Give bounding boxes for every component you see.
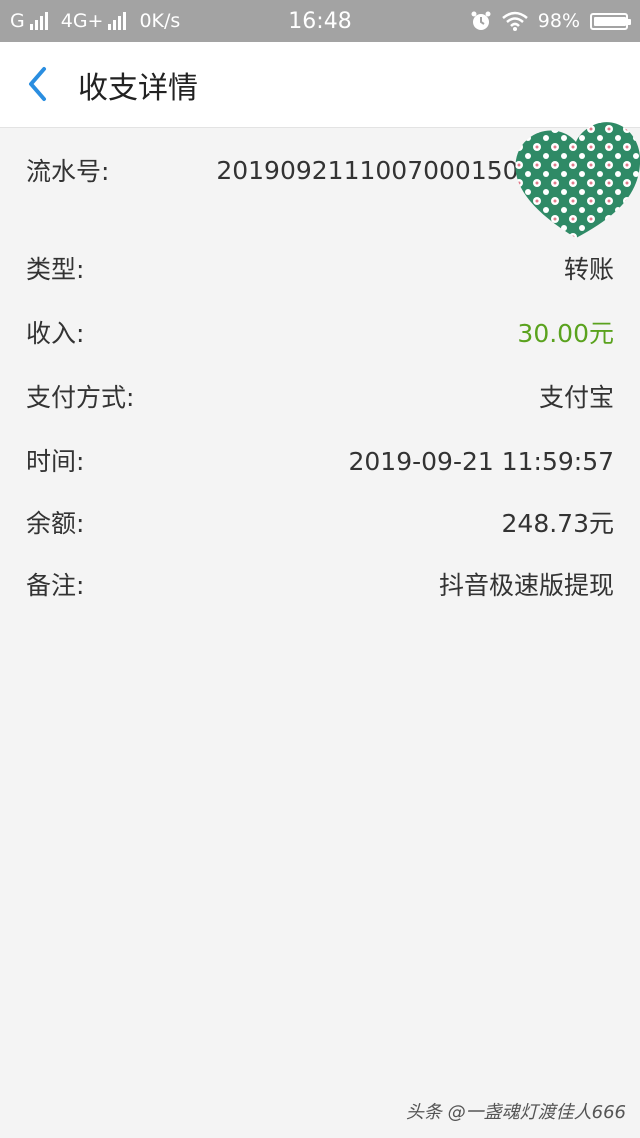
payment-method-label: 支付方式:: [26, 383, 135, 412]
remark-label: 备注:: [26, 571, 85, 600]
watermark-text: 头条 @一盏魂灯渡佳人666: [405, 1102, 626, 1123]
time-value: 2019-09-21 11:59:57: [348, 447, 614, 476]
income-label: 收入:: [26, 319, 85, 348]
status-bar: G 4G+ 0K/s 16:48 98%: [0, 0, 640, 42]
type-value: 转账: [563, 255, 614, 284]
wifi-icon: [501, 11, 528, 31]
balance-label: 余额:: [26, 509, 85, 538]
balance-value: 248.73元: [501, 509, 614, 538]
battery-percent: 98%: [537, 10, 580, 32]
battery-icon: [590, 12, 631, 30]
alarm-clock-icon: [471, 11, 491, 30]
page-title: 收支详情: [78, 71, 198, 106]
payment-method-value: 支付宝: [538, 383, 614, 412]
back-button[interactable]: [14, 60, 62, 108]
remark-value: 抖音极速版提现: [438, 571, 614, 600]
chevron-left-icon: [29, 67, 46, 101]
income-value: 30.00元: [517, 319, 614, 348]
serial-label: 流水号:: [26, 157, 110, 186]
floral-sticker-icon: [515, 122, 640, 238]
header: 收支详情: [0, 42, 640, 128]
type-label: 类型:: [26, 255, 85, 284]
time-label: 时间:: [26, 447, 85, 476]
status-right: 98%: [470, 0, 631, 42]
